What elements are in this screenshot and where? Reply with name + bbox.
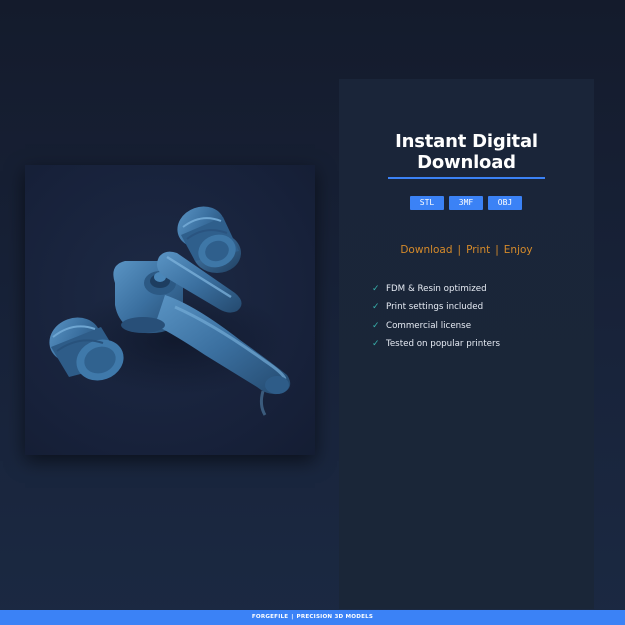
feature-list: ✓ FDM & Resin optimized ✓ Print settings…: [372, 280, 500, 353]
action-separator: |: [495, 244, 499, 256]
list-item: ✓ Print settings included: [372, 298, 500, 316]
footer-separator: |: [291, 614, 294, 620]
check-icon: ✓: [372, 284, 380, 295]
feature-text: Print settings included: [386, 302, 484, 313]
check-icon: ✓: [372, 302, 380, 313]
footer-tagline: PRECISION 3D MODELS: [296, 614, 374, 620]
feature-text: FDM & Resin optimized: [386, 284, 487, 295]
action-enjoy: Enjoy: [503, 244, 533, 256]
feature-text: Commercial license: [386, 320, 472, 331]
format-tag-3mf: 3MF: [449, 196, 483, 210]
check-icon: ✓: [372, 339, 380, 350]
title-underline: [388, 177, 545, 179]
product-image-frame: [25, 165, 315, 455]
list-item: ✓ Commercial license: [372, 317, 500, 335]
check-icon: ✓: [372, 320, 380, 331]
panel-title-line1: Instant Digital: [395, 131, 538, 152]
format-tag-obj: OBJ: [488, 196, 522, 210]
action-steps: Download | Print | Enjoy: [339, 243, 594, 257]
list-item: ✓ Tested on popular printers: [372, 335, 500, 353]
faucet-model-image: [49, 206, 291, 416]
action-separator: |: [457, 244, 462, 256]
panel-title: Instant Digital Download: [339, 131, 594, 173]
format-tag-stl: STL: [410, 196, 444, 210]
download-info-panel: Instant Digital Download STL 3MF OBJ Dow…: [339, 79, 594, 609]
footer-brand: FORGEFILE: [251, 614, 289, 620]
format-tags: STL 3MF OBJ: [410, 196, 522, 210]
list-item: ✓ FDM & Resin optimized: [372, 280, 500, 298]
action-download: Download: [400, 244, 453, 256]
feature-text: Tested on popular printers: [386, 339, 501, 350]
panel-title-line2: Download: [417, 152, 516, 173]
action-print: Print: [466, 244, 491, 256]
footer-bar: FORGEFILE | PRECISION 3D MODELS: [0, 610, 625, 625]
